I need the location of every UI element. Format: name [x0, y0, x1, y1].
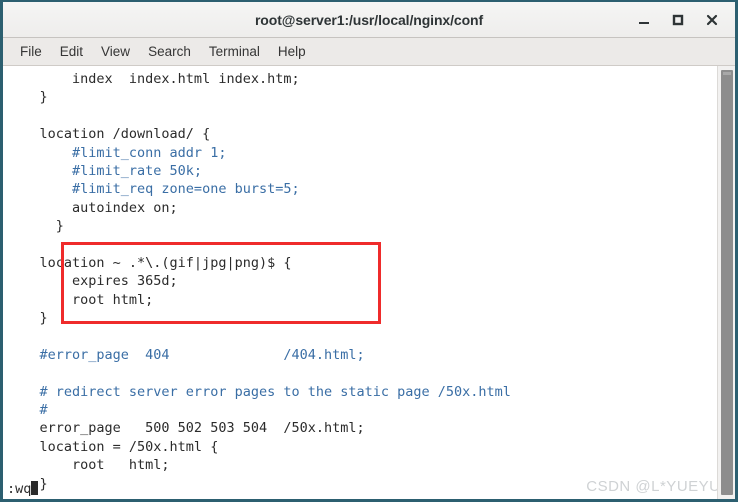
menu-item-search[interactable]: Search [139, 41, 200, 62]
vim-editor-content: index index.html index.htm; } location /… [7, 70, 717, 493]
maximize-button[interactable] [663, 6, 693, 34]
vim-command-text: :wq [7, 480, 32, 497]
minimize-button[interactable] [629, 6, 659, 34]
window-titlebar[interactable]: root@server1:/usr/local/nginx/conf [3, 2, 735, 38]
code-line: } [7, 310, 48, 327]
code-line: } [7, 475, 48, 492]
code-line: root html; [7, 457, 170, 474]
minimize-icon [639, 21, 649, 24]
text-cursor [31, 480, 39, 495]
code-line: autoindex on; [7, 199, 178, 216]
code-line: # redirect server error pages to the sta… [7, 383, 511, 400]
code-line: } [7, 89, 48, 106]
menu-bar: File Edit View Search Terminal Help [3, 38, 735, 66]
window-title: root@server1:/usr/local/nginx/conf [254, 11, 484, 28]
code-line: root html; [7, 291, 154, 308]
menu-item-help[interactable]: Help [269, 41, 315, 62]
terminal-body: index index.html index.htm; } location /… [3, 66, 735, 499]
vim-command-line: :wq [7, 480, 39, 498]
menu-item-view[interactable]: View [92, 41, 139, 62]
code-line: # [7, 402, 48, 419]
menu-item-terminal[interactable]: Terminal [200, 41, 269, 62]
terminal-text-area[interactable]: index index.html index.htm; } location /… [3, 66, 717, 499]
code-line: #limit_conn addr 1; [7, 144, 227, 161]
vertical-scrollbar[interactable] [717, 66, 735, 499]
code-line: } [7, 218, 64, 235]
menu-item-file[interactable]: File [11, 41, 51, 62]
code-line: #error_page 404 /404.html; [7, 346, 365, 363]
code-line: location ~ .*\.(gif|jpg|png)$ { [7, 254, 292, 271]
close-icon [706, 14, 718, 25]
code-line: error_page 500 502 503 504 /50x.html; [7, 420, 365, 437]
terminal-window: root@server1:/usr/local/nginx/conf File … [0, 0, 738, 502]
code-line: location /download/ { [7, 126, 211, 143]
menu-item-edit[interactable]: Edit [51, 41, 92, 62]
code-line: index index.html index.htm; [7, 71, 300, 87]
maximize-icon [672, 14, 684, 25]
code-line: #limit_req zone=one burst=5; [7, 181, 300, 198]
window-controls [629, 2, 727, 37]
code-line: location = /50x.html { [7, 438, 219, 455]
code-line: #limit_rate 50k; [7, 162, 203, 179]
scrollbar-thumb[interactable] [721, 70, 733, 495]
code-line: expires 365d; [7, 273, 178, 290]
close-button[interactable] [697, 6, 727, 34]
